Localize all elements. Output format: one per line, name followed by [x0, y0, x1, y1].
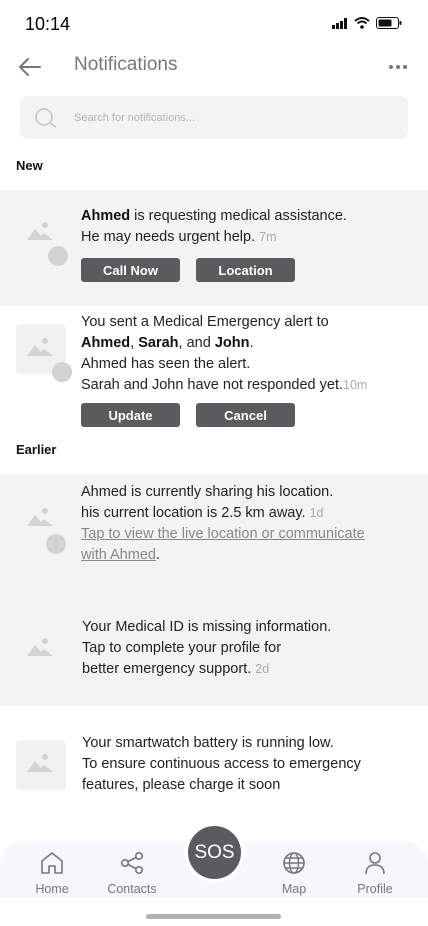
avatar-status-dot [48, 246, 68, 266]
notification-text: You sent a Medical Emergency alert to Ah… [81, 314, 368, 393]
tab-map[interactable]: Map [264, 850, 324, 896]
contacts-share-icon [120, 851, 143, 874]
notification-text: Your Medical ID is missing information. … [82, 619, 332, 677]
notification-text: Your smartwatch battery is running low. … [82, 735, 361, 793]
back-arrow-icon [19, 58, 41, 76]
page-title: Notifications [74, 54, 178, 75]
more-button[interactable] [386, 56, 410, 78]
location-button[interactable]: Location [196, 258, 295, 282]
profile-icon [365, 852, 385, 875]
tab-contacts[interactable]: Contacts [102, 850, 162, 896]
image-placeholder-icon [27, 754, 53, 772]
tab-label: Home [35, 882, 69, 896]
image-placeholder-icon [27, 508, 53, 526]
back-button[interactable] [16, 54, 44, 80]
image-placeholder-icon [27, 638, 53, 656]
update-button[interactable]: Update [81, 403, 180, 427]
notification-avatar [16, 208, 68, 266]
notification-item[interactable]: Your smartwatch battery is running low. … [0, 706, 428, 826]
tab-profile[interactable]: Profile [345, 850, 405, 896]
notification-item[interactable]: You sent a Medical Emergency alert to Ah… [0, 306, 428, 434]
image-placeholder-icon [27, 338, 53, 356]
communicate-link[interactable]: with Ahmed [81, 547, 156, 563]
home-indicator[interactable] [146, 914, 281, 919]
notification-avatar [16, 324, 72, 382]
status-time: 10:14 [25, 14, 71, 34]
notification-item[interactable]: Ahmed is currently sharing his location.… [0, 474, 428, 586]
notification-avatar [16, 624, 66, 674]
call-now-button[interactable]: Call Now [81, 258, 180, 282]
notification-item[interactable]: Your Medical ID is missing information. … [0, 586, 428, 706]
notification-time: 7m [259, 230, 277, 244]
tab-label: Map [281, 882, 307, 896]
search-icon [35, 108, 57, 128]
search-bar[interactable] [20, 96, 408, 139]
sos-button[interactable]: SOS [188, 826, 241, 879]
search-input[interactable] [74, 96, 394, 139]
header: Notifications [0, 46, 428, 88]
home-icon [41, 852, 63, 874]
notification-item[interactable]: Ahmed is requesting medical assistance. … [0, 190, 428, 306]
live-location-link[interactable]: Tap to view the live location or communi… [81, 526, 365, 542]
signal-icon [332, 17, 347, 29]
notification-text: Ahmed is currently sharing his location.… [81, 484, 365, 563]
more-icon [389, 65, 407, 69]
status-bar: 10:14 [0, 0, 428, 50]
tab-home[interactable]: Home [22, 850, 82, 896]
tab-label: Profile [357, 882, 393, 896]
avatar-status-dot [52, 362, 72, 382]
battery-icon [376, 17, 402, 29]
notification-avatar [16, 494, 66, 554]
notification-time: 2d [255, 662, 270, 676]
avatar-status-dot [46, 534, 66, 554]
globe-icon [283, 852, 305, 874]
tab-label: Contacts [107, 882, 157, 896]
notification-avatar [16, 740, 66, 790]
cancel-button[interactable]: Cancel [196, 403, 295, 427]
image-placeholder-icon [27, 222, 53, 240]
notification-text: Ahmed is requesting medical assistance. … [81, 208, 347, 245]
notification-time: 10m [343, 378, 368, 392]
notification-name: Ahmed [81, 208, 131, 224]
section-label-earlier: Earlier [16, 442, 57, 457]
wifi-icon [354, 17, 370, 29]
notification-time: 1d [309, 506, 324, 520]
status-icons [332, 17, 402, 29]
section-label-new: New [16, 158, 43, 173]
